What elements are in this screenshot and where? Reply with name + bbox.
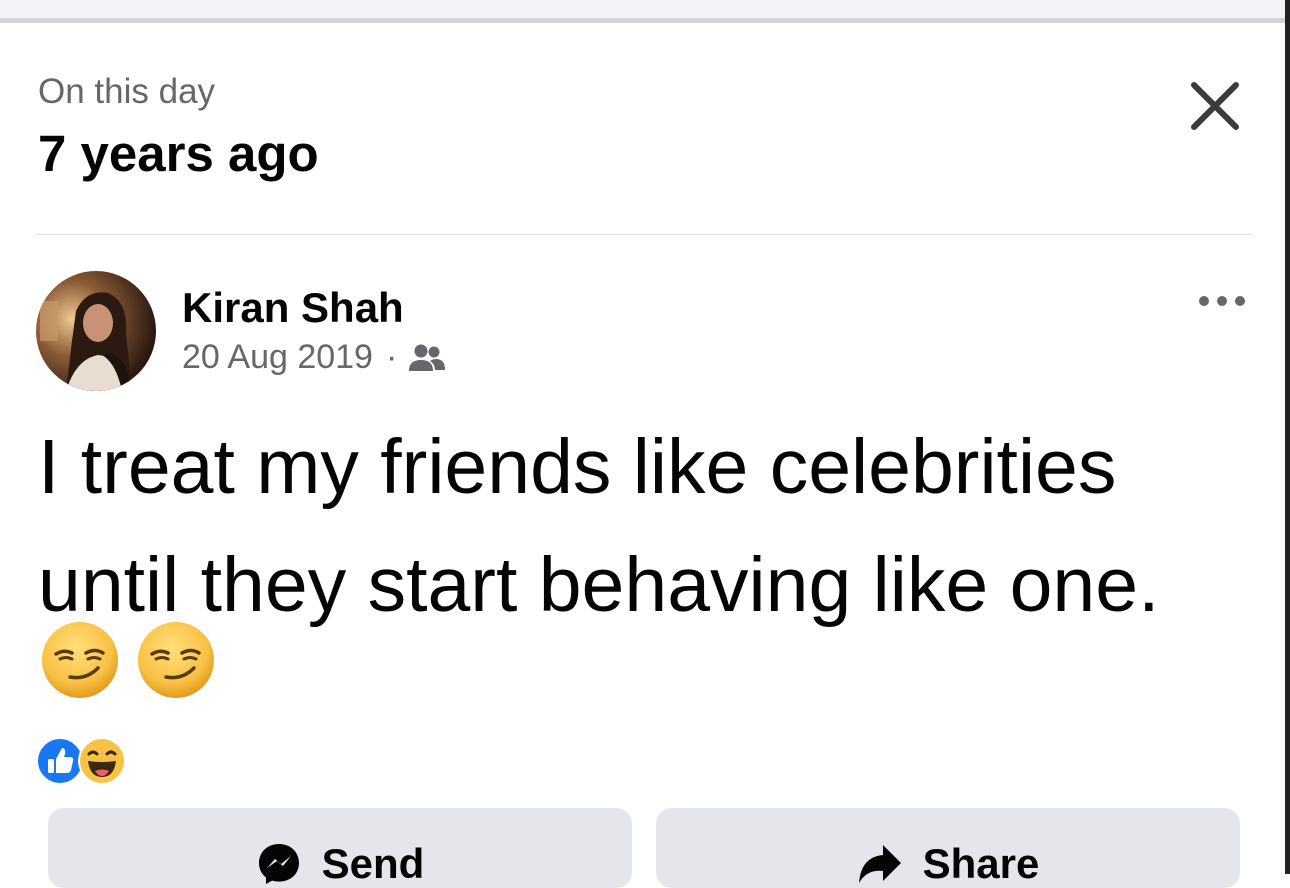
send-label: Send xyxy=(321,840,425,887)
share-label: Share xyxy=(922,840,1040,887)
meta-separator: · xyxy=(385,338,398,376)
send-button[interactable]: Send xyxy=(48,808,632,888)
close-button[interactable] xyxy=(1186,77,1244,135)
more-options-button[interactable] xyxy=(1196,290,1248,312)
header-divider xyxy=(36,234,1252,235)
avatar-image xyxy=(36,271,156,391)
post-date[interactable]: 20 Aug 2019 xyxy=(182,338,373,377)
close-icon xyxy=(1191,82,1239,130)
post-text-line-1: I treat my friends like celebrities xyxy=(38,424,1117,510)
post-emoji-row xyxy=(40,620,216,700)
avatar[interactable] xyxy=(36,271,156,391)
share-button[interactable]: Share xyxy=(656,808,1240,888)
post-author[interactable]: Kiran Shah xyxy=(182,284,404,332)
friends-icon[interactable] xyxy=(408,341,446,375)
smirking-face-icon xyxy=(138,622,214,698)
more-icon xyxy=(1199,296,1245,306)
memory-subtitle: On this day xyxy=(38,72,216,111)
send-button-content: Send xyxy=(256,840,425,888)
post-text: I treat my friends like celebrities unti… xyxy=(38,408,1278,644)
messenger-icon xyxy=(258,844,299,884)
like-reaction-icon xyxy=(36,737,84,785)
top-strip xyxy=(0,0,1290,18)
top-border xyxy=(0,18,1290,23)
smirking-face-icon xyxy=(42,622,118,698)
post-text-line-2: until they start behaving like one. xyxy=(38,542,1160,628)
post-meta: 20 Aug 2019 · xyxy=(182,338,446,377)
reaction-summary[interactable] xyxy=(36,736,126,786)
share-arrow-icon xyxy=(858,845,901,883)
haha-reaction-icon xyxy=(78,737,126,785)
share-button-content: Share xyxy=(857,840,1040,888)
scrollbar-edge xyxy=(1285,0,1290,874)
memory-headline: 7 years ago xyxy=(38,125,319,182)
